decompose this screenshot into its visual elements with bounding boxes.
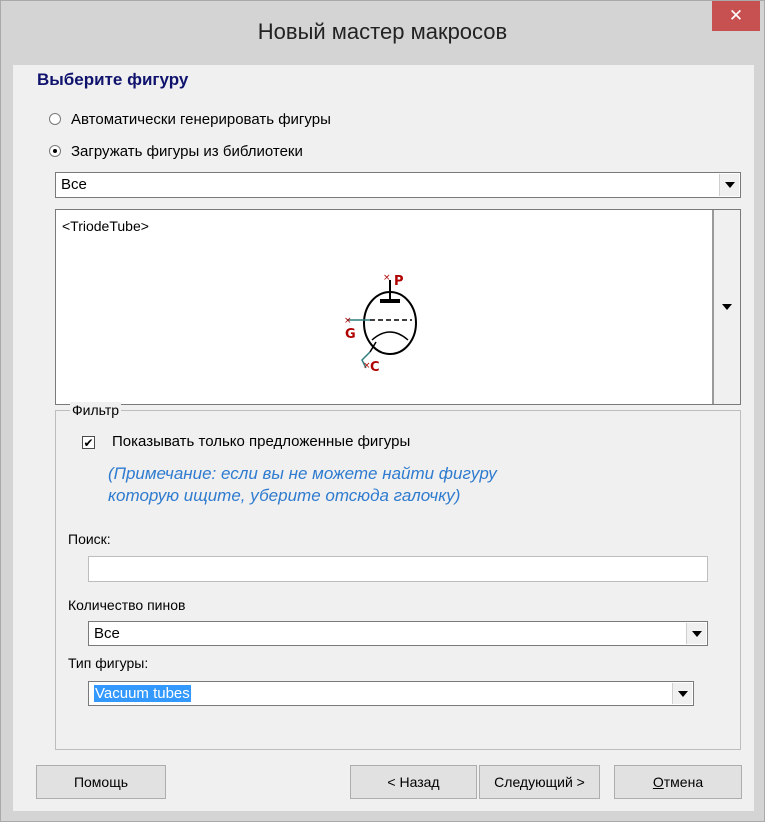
filter-note-line-1: (Примечание: если вы не можете найти фиг… xyxy=(108,464,497,483)
radio-auto-generate[interactable]: Автоматически генерировать фигуры xyxy=(49,109,331,129)
filter-legend: Фильтр xyxy=(70,402,122,418)
pin-count-label: Количество пинов xyxy=(68,597,186,613)
dialog-body: Выберите фигуру Автоматически генерирова… xyxy=(13,65,754,811)
pin-count-select[interactable]: Все xyxy=(88,621,708,646)
shape-type-select[interactable]: Vacuum tubes xyxy=(88,681,694,706)
macro-wizard-window: Новый мастер макросов ✕ Выберите фигуру … xyxy=(0,0,765,822)
shape-name: <TriodeTube> xyxy=(62,218,149,234)
pin-label-plate: P xyxy=(394,274,404,289)
back-button[interactable]: < Назад xyxy=(350,765,477,799)
next-button[interactable]: Следующий > xyxy=(479,765,600,799)
pin-count-value: Все xyxy=(94,625,120,642)
chevron-down-icon xyxy=(691,630,702,637)
cancel-label: тмена xyxy=(663,774,704,790)
svg-text:×: × xyxy=(383,273,391,283)
cancel-button[interactable]: Отмена xyxy=(614,765,742,799)
library-select-dropdown[interactable] xyxy=(719,174,739,196)
suggested-only-checkbox[interactable]: ✔ xyxy=(82,436,95,449)
radio-button-selected[interactable] xyxy=(49,145,61,157)
suggested-only-label: Показывать только предложенные фигуры xyxy=(112,433,411,450)
filter-note: (Примечание: если вы не можете найти фиг… xyxy=(108,463,668,507)
library-select-value: Все xyxy=(61,176,87,193)
triode-tube-icon: × × × P G C xyxy=(344,273,417,374)
page-heading: Выберите фигуру xyxy=(37,70,189,89)
svg-text:×: × xyxy=(344,316,352,326)
filter-note-line-2: которую ищите, уберите отсюда галочку) xyxy=(108,486,461,505)
search-input[interactable] xyxy=(88,556,708,582)
shape-type-value: Vacuum tubes xyxy=(94,685,191,702)
pin-count-dropdown[interactable] xyxy=(686,623,706,644)
chevron-down-icon xyxy=(724,182,735,188)
search-label: Поиск: xyxy=(68,531,111,547)
radio-auto-generate-label: Автоматически генерировать фигуры xyxy=(71,110,331,128)
cancel-accelerator: О xyxy=(652,774,664,790)
radio-button[interactable] xyxy=(49,113,61,125)
radio-load-library-label: Загружать фигуры из библиотеки xyxy=(71,142,303,160)
shape-type-dropdown[interactable] xyxy=(672,683,692,704)
chevron-down-icon xyxy=(722,304,732,310)
pin-label-cathode: C xyxy=(370,360,380,374)
preview-dropdown-button[interactable] xyxy=(712,210,740,404)
shape-type-label: Тип фигуры: xyxy=(68,655,149,671)
chevron-down-icon xyxy=(677,690,688,697)
help-button[interactable]: Помощь xyxy=(36,765,166,799)
checkmark-icon: ✔ xyxy=(83,435,94,450)
filter-group: Фильтр ✔ Показывать только предложенные … xyxy=(55,402,741,750)
shape-preview[interactable]: <TriodeTube> × × × P G C xyxy=(55,209,741,405)
close-button[interactable]: ✕ xyxy=(712,1,760,31)
pin-label-grid: G xyxy=(345,327,356,342)
window-title: Новый мастер макросов xyxy=(257,19,508,44)
library-select[interactable]: Все xyxy=(55,172,741,198)
title-bar[interactable]: Новый мастер макросов ✕ xyxy=(1,1,764,65)
close-icon: ✕ xyxy=(728,6,744,25)
radio-load-library[interactable]: Загружать фигуры из библиотеки xyxy=(49,141,303,161)
